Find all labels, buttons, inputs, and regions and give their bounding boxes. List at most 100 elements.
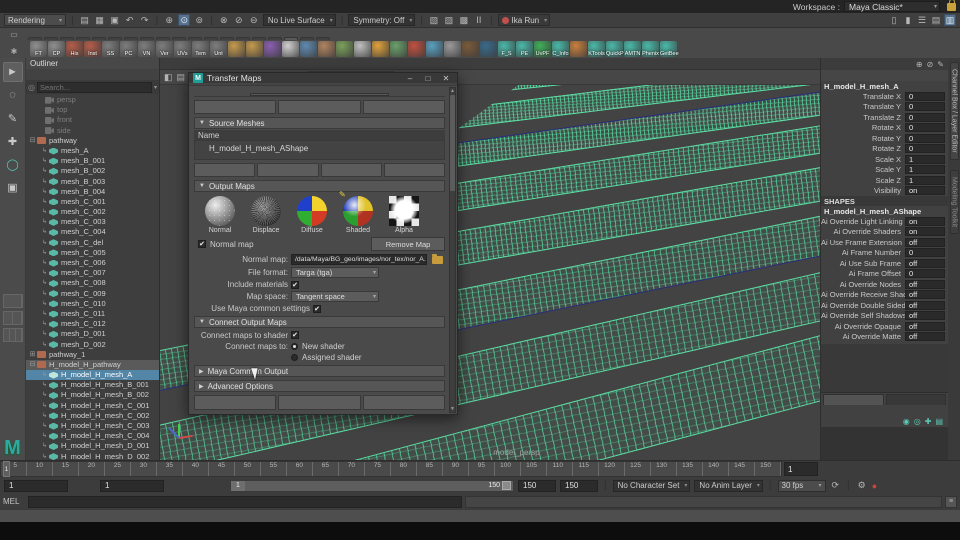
shelf-tool-icon[interactable]: UVs	[174, 41, 191, 57]
new-shader-radio[interactable]	[291, 343, 298, 350]
shelf-tool-icon[interactable]: AMTN	[624, 41, 641, 57]
section-connect-output-maps[interactable]: ▼ Connect Output Maps	[194, 316, 445, 328]
shelf-tool-icon[interactable]	[462, 41, 479, 57]
timeline-tick[interactable]: 65	[313, 462, 339, 476]
shelf-tool-icon[interactable]: Inst	[84, 41, 101, 57]
shelf-tool-icon[interactable]: Phenix	[642, 41, 659, 57]
dialog-footer-button[interactable]	[362, 395, 445, 410]
file-format-dropdown[interactable]: Targa (tga)	[291, 267, 379, 278]
timeline-tick[interactable]: 120	[599, 462, 625, 476]
outliner-expander[interactable]	[40, 166, 49, 176]
outliner-item[interactable]: mesh_A	[26, 146, 159, 156]
shape-attribute-value[interactable]: on	[905, 227, 945, 237]
shelf-tab[interactable]	[124, 37, 138, 40]
outliner-item[interactable]: mesh_B_004	[26, 187, 159, 197]
dialog-scrollbar[interactable]: ▲ ▼	[449, 87, 456, 413]
shelf-tab[interactable]	[60, 37, 74, 40]
command-language-label[interactable]: MEL	[3, 497, 25, 506]
paint-select-tool-icon[interactable]: ✎	[3, 108, 23, 128]
tool-settings-toggle-icon[interactable]: ☰	[916, 14, 928, 26]
snap-curve-icon[interactable]: ⊙	[178, 14, 191, 26]
shelf-tab[interactable]	[44, 37, 58, 40]
outliner-item[interactable]: mesh_C_009	[26, 289, 159, 299]
normal-map-checkbox[interactable]	[198, 240, 206, 248]
shape-attribute-row[interactable]: Ai Override Matte off	[821, 332, 948, 343]
playback-button[interactable]	[835, 463, 849, 476]
channel-attribute-row[interactable]: Rotate X 0	[821, 123, 948, 134]
shelf-tool-icon[interactable]: KTools	[588, 41, 605, 57]
shelf-tool-icon[interactable]	[570, 41, 587, 57]
output-map-tile[interactable]: Shaded	[338, 190, 378, 234]
chevron-down-icon[interactable]: ▾	[154, 84, 157, 91]
outliner-item[interactable]: pathway	[26, 136, 159, 146]
section-advanced-options[interactable]: ▶ Advanced Options	[194, 380, 445, 392]
outliner-item[interactable]: mesh_C_008	[26, 278, 159, 288]
timeline-tick[interactable]: 90	[443, 462, 469, 476]
timeline-tick[interactable]: 75	[365, 462, 391, 476]
assigned-shader-radio[interactable]	[291, 354, 298, 361]
animation-end-field[interactable]: 150	[560, 479, 598, 492]
shelf-tab[interactable]	[188, 37, 202, 40]
outliner-expander[interactable]	[40, 248, 49, 258]
outliner-item[interactable]: front	[26, 115, 159, 125]
timeline-tick[interactable]: 140	[703, 462, 729, 476]
shelf-tab[interactable]	[108, 37, 122, 40]
shape-attribute-row[interactable]: Ai Use Frame Extension off	[821, 237, 948, 248]
symmetry-dropdown[interactable]: Symmetry: Off	[348, 14, 416, 26]
layout-two-pane-button[interactable]	[2, 310, 23, 325]
timeline-tick[interactable]: 85	[417, 462, 443, 476]
outliner-item[interactable]: mesh_C_001	[26, 197, 159, 207]
shelf-tool-icon[interactable]	[246, 41, 263, 57]
outliner-item[interactable]: H_model_H_pathway	[26, 359, 159, 371]
shape-attribute-value[interactable]: off	[905, 300, 945, 310]
playback-button[interactable]	[910, 463, 924, 476]
timeline-tick[interactable]: 145	[729, 462, 755, 476]
shelf-tool-icon[interactable]: FT	[30, 41, 47, 57]
range-slider-end-handle[interactable]: 150	[488, 481, 513, 490]
workspace-dropdown[interactable]: Maya Classic*	[844, 1, 940, 12]
lasso-tool-icon[interactable]: ◌	[3, 85, 23, 105]
live-surface-field[interactable]: No Live Surface	[262, 14, 336, 26]
lock-workspace-icon[interactable]	[947, 0, 956, 11]
script-editor-icon[interactable]: ≡	[945, 495, 957, 508]
section-source-meshes[interactable]: ▼ Source Meshes	[194, 117, 445, 129]
shelf-tool-icon[interactable]: QuickP	[606, 41, 624, 57]
shelf-tab[interactable]	[204, 37, 218, 40]
channelbox-speed-icon[interactable]: ⊘	[927, 60, 934, 69]
tab-channel-box[interactable]: Channel Box / Layer Editor	[949, 62, 959, 160]
shelf-tool-icon[interactable]: VN	[138, 41, 155, 57]
range-slider[interactable]: 1 150	[230, 479, 514, 492]
outliner-item[interactable]: H_model_H_mesh_C_001	[26, 401, 159, 411]
channel-attribute-row[interactable]: Rotate Y 0	[821, 133, 948, 144]
channel-attribute-row[interactable]: Scale Z 1	[821, 175, 948, 186]
pause-viewport-icon[interactable]: II	[473, 14, 485, 26]
shape-attribute-value[interactable]: off	[905, 321, 945, 331]
channel-attribute-row[interactable]: Translate Z 0	[821, 112, 948, 123]
shape-attribute-row[interactable]: Ai Override Receive Shadows off	[821, 290, 948, 301]
outliner-expander[interactable]	[40, 370, 49, 380]
layout-single-pane-button[interactable]	[2, 293, 23, 308]
open-scene-icon[interactable]: ▦	[94, 14, 106, 26]
outliner-expander[interactable]	[40, 177, 49, 187]
outliner-expander[interactable]	[28, 350, 37, 360]
timeline-tick[interactable]: 115	[573, 462, 599, 476]
outliner-expander[interactable]	[40, 289, 49, 299]
channel-attribute-row[interactable]: Translate X 0	[821, 91, 948, 102]
playback-button[interactable]	[850, 463, 864, 476]
channel-attribute-value[interactable]: 0	[905, 133, 945, 143]
outliner-item[interactable]: H_model_H_mesh_C_003	[26, 421, 159, 431]
playback-button[interactable]	[865, 463, 879, 476]
shelf-tool-icon[interactable]	[318, 41, 335, 57]
outliner-item[interactable]: mesh_C_002	[26, 207, 159, 217]
outliner-expander[interactable]	[40, 156, 49, 166]
timeline-tick[interactable]: 55	[261, 462, 287, 476]
outliner-expander[interactable]	[40, 238, 49, 248]
shape-attribute-value[interactable]: 0	[905, 269, 945, 279]
source-mesh-button[interactable]	[383, 163, 445, 177]
shelf-tab[interactable]	[76, 37, 90, 40]
shelf-tab[interactable]	[28, 37, 42, 40]
channel-attribute-row[interactable]: Scale X 1	[821, 154, 948, 165]
remove-map-button[interactable]: Remove Map	[371, 237, 445, 251]
layout-four-pane-button[interactable]	[2, 327, 23, 342]
new-layer-icon[interactable]: ◉	[903, 417, 910, 426]
